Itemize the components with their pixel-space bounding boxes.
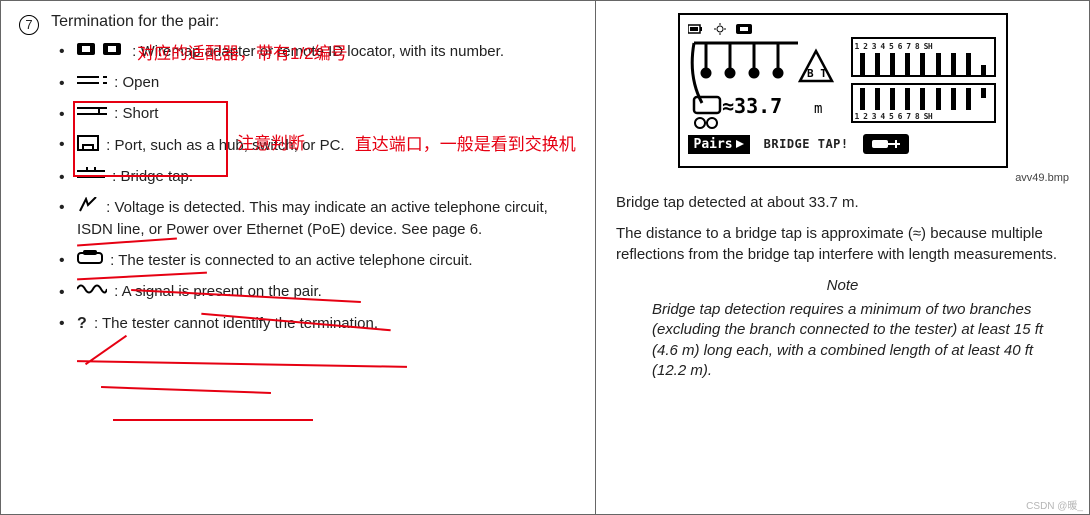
- signal-icon: [77, 282, 107, 302]
- red-scribble: [101, 386, 271, 394]
- note-title: Note: [616, 277, 1069, 294]
- conductor-box-top: 1 2 3 4 5 6 7 8 SH: [851, 37, 996, 77]
- conductor-labels-top: 1 2 3 4 5 6 7 8 SH: [855, 42, 992, 51]
- red-scribble: [77, 360, 407, 368]
- remote-button: [863, 134, 909, 154]
- short-icon: [77, 104, 107, 124]
- annotation-judge: 注意判断: [237, 129, 305, 154]
- svg-text:≈33.7: ≈33.7: [722, 94, 782, 118]
- svg-text:B T: B T: [807, 67, 827, 80]
- conductor-labels-bottom: 1 2 3 4 5 6 7 8 SH: [855, 112, 992, 121]
- red-scribble: [113, 419, 313, 421]
- adapter-icons: [77, 41, 125, 63]
- list-item: : Short: [77, 104, 577, 124]
- list-item: : The tester is connected to an active t…: [77, 250, 577, 272]
- open-icon: [77, 73, 107, 93]
- left-column: 7 Termination for the pair: : Wiremap ad…: [1, 1, 596, 514]
- termination-list: : Wiremap adapter or remote ID locator, …: [77, 41, 577, 334]
- list-item: : Bridge tap.: [77, 167, 577, 187]
- bridge-tap-label: BRIDGE TAP!: [764, 137, 849, 151]
- item-text: : Voltage is detected. This may indicate…: [77, 200, 548, 238]
- item-text: : Bridge tap.: [112, 168, 193, 185]
- item-text: : Port, such as a hub, switch, or PC.: [106, 137, 344, 154]
- svg-text:m: m: [814, 101, 822, 117]
- conductor-box-bottom: 1 2 3 4 5 6 7 8 SH: [851, 83, 996, 123]
- phone-icon: [77, 250, 103, 272]
- list-item: : Port, such as a hub, switch, or PC. 直达…: [77, 134, 577, 157]
- list-item: ? : The tester cannot identify the termi…: [77, 313, 577, 335]
- right-column: B T ≈33.7 m 1 2 3 4 5 6 7 8 SH: [596, 1, 1089, 514]
- adapter-mini-icon: [736, 23, 754, 35]
- bridgetap-icon: [77, 167, 105, 187]
- annotation-adapter: 对应的适配器，带有1/2编号: [137, 43, 348, 66]
- section-heading: 7 Termination for the pair:: [19, 13, 577, 33]
- heading-text: Termination for the pair:: [51, 13, 219, 30]
- pairs-button: Pairs: [688, 135, 750, 154]
- lcd-top-icons: [688, 21, 998, 37]
- item-text: : The tester is connected to an active t…: [110, 252, 472, 269]
- list-item: : A signal is present on the pair.: [77, 282, 577, 302]
- annotation-port: 直达端口，一般是看到交换机: [355, 135, 576, 154]
- sun-icon: [714, 23, 726, 35]
- list-item: : Open: [77, 73, 577, 93]
- list-item: : Voltage is detected. This may indicate…: [77, 197, 577, 240]
- item-text: : Short: [114, 105, 158, 122]
- list-item: : Wiremap adapter or remote ID locator, …: [77, 41, 577, 63]
- note-body: Bridge tap detection requires a minimum …: [652, 300, 1055, 381]
- item-text: : A signal is present on the pair.: [114, 283, 322, 300]
- lcd-conductors: 1 2 3 4 5 6 7 8 SH: [851, 37, 996, 129]
- section-number: 7: [19, 15, 39, 35]
- image-filename: avv49.bmp: [616, 172, 1069, 184]
- page-frame: 7 Termination for the pair: : Wiremap ad…: [0, 0, 1090, 515]
- battery-icon: [688, 23, 704, 35]
- lcd-wiremap-graphic: B T ≈33.7 m: [688, 37, 843, 129]
- body-line-2: The distance to a bridge tap is approxim…: [616, 223, 1069, 265]
- port-icon: [77, 135, 99, 157]
- lcd-screen: B T ≈33.7 m 1 2 3 4 5 6 7 8 SH: [678, 13, 1008, 168]
- item-text: : Open: [114, 74, 159, 91]
- red-scribble: [85, 335, 127, 365]
- voltage-icon: [77, 197, 99, 219]
- watermark: CSDN @暖_: [1026, 497, 1083, 512]
- unknown-icon: ?: [77, 313, 87, 335]
- lcd-bottom-row: Pairs BRIDGE TAP!: [688, 133, 998, 155]
- item-text: : The tester cannot identify the termina…: [94, 314, 378, 331]
- body-line-1: Bridge tap detected at about 33.7 m.: [616, 192, 1069, 213]
